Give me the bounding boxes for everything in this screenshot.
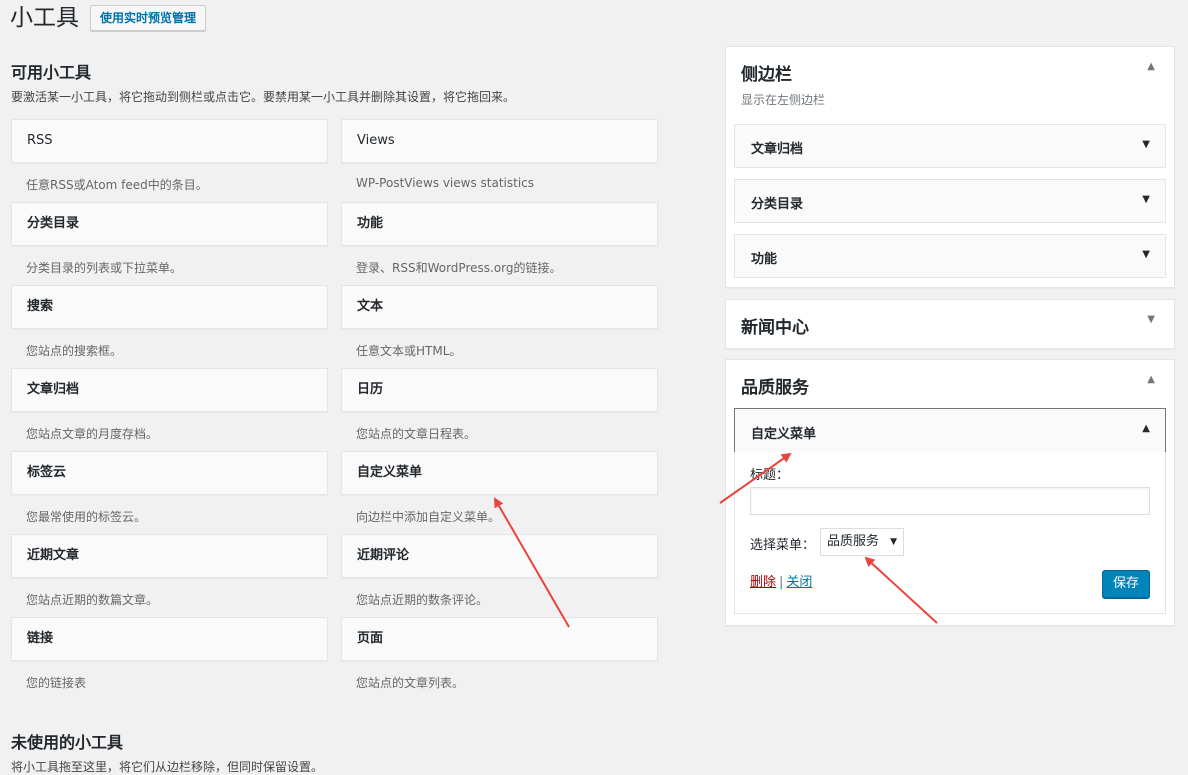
sidebar-name: 品质服务 xyxy=(741,378,809,398)
widget-search[interactable]: 搜索 您站点的搜索框。 xyxy=(11,285,328,368)
link-separator: | xyxy=(779,575,784,590)
expand-icon[interactable]: ▼ xyxy=(1142,194,1150,205)
widget-description: 您站点近期的数篇文章。 xyxy=(26,593,159,607)
expand-icon[interactable]: ▼ xyxy=(1142,139,1150,150)
sidebar-area-quality-service: 品质服务 ▲ 自定义菜单 ▲ 标题： 选择菜单： 品质服务 ▼ 删除 | 关闭 保存 xyxy=(725,359,1175,626)
save-button[interactable]: 保存 xyxy=(1102,570,1150,598)
widget-title[interactable]: Views xyxy=(341,119,658,163)
sidebar-name: 侧边栏 xyxy=(741,65,792,85)
collapse-icon[interactable]: ▲ xyxy=(1147,61,1155,72)
widget-description: 您站点的文章日程表。 xyxy=(356,427,477,441)
page-title: 小工具 xyxy=(10,5,79,31)
chevron-down-icon: ▼ xyxy=(890,537,897,547)
widget-title: 自定义菜单 xyxy=(751,427,817,442)
widget-custom-menu[interactable]: 自定义菜单 向边栏中添加自定义菜单。 xyxy=(341,451,658,534)
available-widgets-title: 可用小工具 xyxy=(11,63,92,82)
widget-description: 您站点近期的数条评论。 xyxy=(356,593,489,607)
sidebar-widget-meta[interactable]: 功能 ▼ xyxy=(734,234,1166,278)
widget-title[interactable]: 页面 xyxy=(341,617,658,661)
widget-description: 您站点的搜索框。 xyxy=(26,344,123,358)
widget-rss[interactable]: RSS 任意RSS或Atom feed中的条目。 xyxy=(11,119,328,202)
widget-title: 功能 xyxy=(751,252,778,267)
widget-description: 您站点文章的月度存档。 xyxy=(26,427,159,441)
select-menu-label: 选择菜单： xyxy=(750,538,816,553)
widget-meta[interactable]: 功能 登录、RSS和WordPress.org的链接。 xyxy=(341,202,658,285)
widget-control-links: 删除 | 关闭 xyxy=(750,571,812,590)
collapse-icon[interactable]: ▲ xyxy=(1142,423,1150,434)
expand-icon[interactable]: ▼ xyxy=(1142,249,1150,260)
widget-title[interactable]: 链接 xyxy=(11,617,328,661)
menu-select-value: 品质服务 xyxy=(827,534,880,549)
sidebar-description: 显示在左侧边栏 xyxy=(741,93,826,107)
widget-title[interactable]: 自定义菜单 xyxy=(341,451,658,495)
widget-description: 任意文本或HTML。 xyxy=(356,344,462,358)
widget-links[interactable]: 链接 您的链接表 xyxy=(11,617,328,700)
sidebar-header[interactable]: 新闻中心 ▼ xyxy=(726,300,1174,348)
widget-title[interactable]: RSS xyxy=(11,119,328,163)
widget-title[interactable]: 日历 xyxy=(341,368,658,412)
widget-description: 您站点的文章列表。 xyxy=(356,676,465,690)
widget-pages[interactable]: 页面 您站点的文章列表。 xyxy=(341,617,658,700)
unused-widgets-title: 未使用的小工具 xyxy=(11,733,124,752)
widget-form: 标题： 选择菜单： 品质服务 ▼ 删除 | 关闭 保存 xyxy=(734,452,1166,614)
widget-description: 向边栏中添加自定义菜单。 xyxy=(356,510,501,524)
widget-description: 任意RSS或Atom feed中的条目。 xyxy=(26,178,208,192)
sidebar-name: 新闻中心 xyxy=(741,318,809,338)
widget-title[interactable]: 分类目录 xyxy=(11,202,328,246)
menu-select[interactable]: 品质服务 ▼ xyxy=(820,528,904,556)
widget-description: WP-PostViews views statistics xyxy=(356,176,535,190)
sidebar-header[interactable]: 侧边栏 ▲ xyxy=(726,47,1174,95)
sidebar-widget-archives[interactable]: 文章归档 ▼ xyxy=(734,124,1166,168)
widget-header[interactable]: 自定义菜单 ▲ xyxy=(734,408,1166,453)
widget-categories[interactable]: 分类目录 分类目录的列表或下拉菜单。 xyxy=(11,202,328,285)
unused-widgets-description: 将小工具拖至这里，将它们从边栏移除，但同时保留设置。 xyxy=(11,760,324,774)
widget-title[interactable]: 标签云 xyxy=(11,451,328,495)
sidebar-area-news: 新闻中心 ▼ xyxy=(725,299,1175,349)
widget-description: 登录、RSS和WordPress.org的链接。 xyxy=(356,261,562,275)
expand-icon[interactable]: ▼ xyxy=(1147,314,1155,325)
collapse-icon[interactable]: ▲ xyxy=(1147,374,1155,385)
sidebar-area-main: 侧边栏 ▲ 显示在左侧边栏 文章归档 ▼ 分类目录 ▼ 功能 ▼ xyxy=(725,46,1175,288)
widget-recent-comments[interactable]: 近期评论 您站点近期的数条评论。 xyxy=(341,534,658,617)
widget-title[interactable]: 近期评论 xyxy=(341,534,658,578)
widget-title[interactable]: 文本 xyxy=(341,285,658,329)
widget-title: 文章归档 xyxy=(751,142,804,157)
delete-link[interactable]: 删除 xyxy=(750,575,776,590)
widget-views[interactable]: Views WP-PostViews views statistics xyxy=(341,119,658,202)
custom-menu-widget-open: 自定义菜单 ▲ 标题： 选择菜单： 品质服务 ▼ 删除 | 关闭 保存 xyxy=(734,408,1166,615)
title-label: 标题： xyxy=(750,468,790,483)
live-preview-button[interactable]: 使用实时预览管理 xyxy=(90,5,207,31)
widget-archives[interactable]: 文章归档 您站点文章的月度存档。 xyxy=(11,368,328,451)
widget-description: 您的链接表 xyxy=(26,676,87,690)
sidebar-widget-categories[interactable]: 分类目录 ▼ xyxy=(734,179,1166,223)
title-input[interactable] xyxy=(750,487,1150,515)
widget-text[interactable]: 文本 任意文本或HTML。 xyxy=(341,285,658,368)
widget-title[interactable]: 功能 xyxy=(341,202,658,246)
widget-title[interactable]: 文章归档 xyxy=(11,368,328,412)
widget-tag-cloud[interactable]: 标签云 您最常使用的标签云。 xyxy=(11,451,328,534)
widget-title[interactable]: 近期文章 xyxy=(11,534,328,578)
available-widgets-description: 要激活某一小工具，将它拖动到侧栏或点击它。要禁用某一小工具并删除其设置，将它拖回… xyxy=(11,90,516,104)
close-link[interactable]: 关闭 xyxy=(786,575,812,590)
sidebar-header[interactable]: 品质服务 ▲ xyxy=(726,360,1174,408)
widget-title: 分类目录 xyxy=(751,197,804,212)
widget-description: 您最常使用的标签云。 xyxy=(26,510,147,524)
widget-calendar[interactable]: 日历 您站点的文章日程表。 xyxy=(341,368,658,451)
widget-title[interactable]: 搜索 xyxy=(11,285,328,329)
widget-description: 分类目录的列表或下拉菜单。 xyxy=(26,261,183,275)
widget-recent-posts[interactable]: 近期文章 您站点近期的数篇文章。 xyxy=(11,534,328,617)
